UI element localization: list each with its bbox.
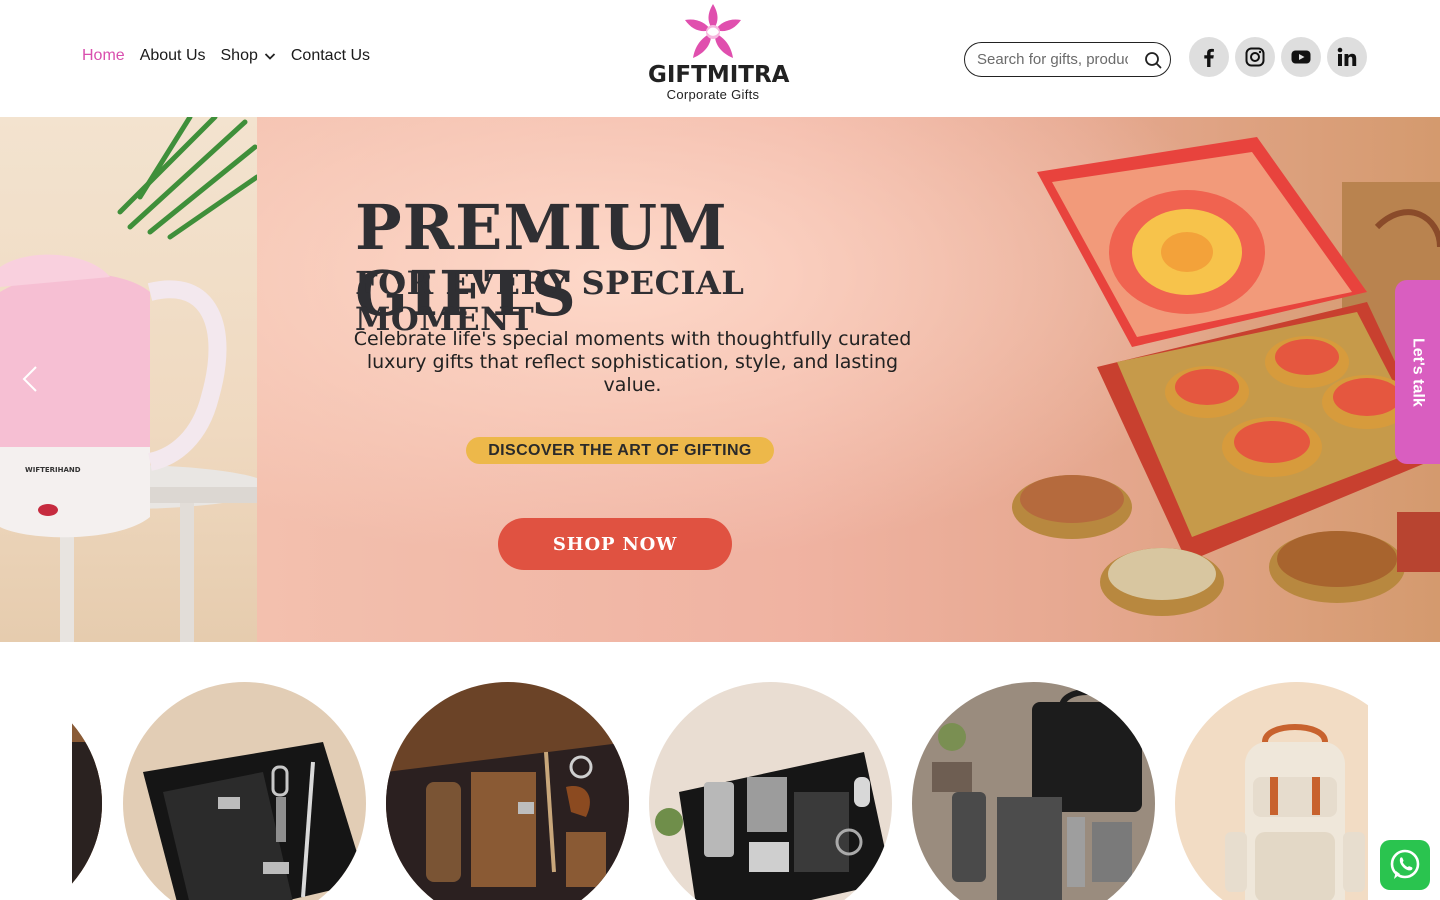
- linkedin-icon: [1337, 47, 1357, 66]
- youtube-icon: [1291, 50, 1311, 64]
- nav-contact-us[interactable]: Contact Us: [291, 47, 370, 65]
- site-logo[interactable]: GIFTMITRA Corporate Gifts: [648, 2, 790, 110]
- nav-home[interactable]: Home: [82, 47, 125, 65]
- category-image: [72, 682, 102, 900]
- search-input[interactable]: [975, 50, 1130, 69]
- category-item[interactable]: [386, 682, 629, 900]
- whatsapp-button[interactable]: [1380, 840, 1430, 890]
- instagram-link[interactable]: [1235, 37, 1275, 77]
- hero-description: Celebrate life's special moments with th…: [353, 328, 912, 396]
- category-item[interactable]: [123, 682, 366, 900]
- category-item[interactable]: [649, 682, 892, 900]
- brand-name: GIFTMITRA: [648, 62, 790, 88]
- facebook-link[interactable]: [1189, 37, 1229, 77]
- search-icon[interactable]: [1144, 51, 1162, 69]
- instagram-icon: [1245, 47, 1265, 67]
- lets-talk-label: Let's talk: [1409, 337, 1427, 407]
- social-links: [1189, 37, 1367, 77]
- category-image: [912, 682, 1155, 900]
- nav-shop-label: Shop: [220, 47, 258, 64]
- search-box: [964, 42, 1171, 77]
- hero-banner: WIFTERIHAND PREMIUM GIFTS FOR EVERY SPEC…: [0, 117, 1440, 642]
- lets-talk-tab[interactable]: Let's talk: [1395, 280, 1440, 464]
- category-carousel: [72, 642, 1368, 900]
- hero-tagline-badge: DISCOVER THE ART OF GIFTING: [466, 437, 774, 464]
- category-item[interactable]: [72, 682, 102, 900]
- category-item[interactable]: [1175, 682, 1368, 900]
- main-nav: Home About Us Shop Contact Us: [82, 47, 370, 65]
- site-header: Home About Us Shop Contact Us GIFTMITRA …: [0, 0, 1440, 117]
- facebook-icon: [1204, 48, 1214, 67]
- youtube-link[interactable]: [1281, 37, 1321, 77]
- linkedin-link[interactable]: [1327, 37, 1367, 77]
- flower-logo-icon: [685, 4, 741, 58]
- category-item[interactable]: [912, 682, 1155, 900]
- hero-subtitle: FOR EVERY SPECIAL MOMENT: [355, 264, 745, 338]
- nav-shop[interactable]: Shop: [221, 47, 276, 65]
- category-image: [1175, 682, 1368, 900]
- carousel-prev-icon[interactable]: [18, 365, 44, 393]
- previous-slide-peek: WIFTERIHAND: [0, 117, 270, 642]
- nav-about-us[interactable]: About Us: [140, 47, 206, 65]
- shop-now-button[interactable]: SHOP NOW: [498, 518, 732, 570]
- whatsapp-icon: [1390, 849, 1420, 879]
- chevron-down-icon: [264, 53, 276, 60]
- svg-text:WIFTERIHAND: WIFTERIHAND: [25, 466, 81, 474]
- category-image: [649, 682, 892, 900]
- brand-tagline: Corporate Gifts: [666, 87, 760, 102]
- category-image: [386, 682, 629, 900]
- category-image: [123, 682, 366, 900]
